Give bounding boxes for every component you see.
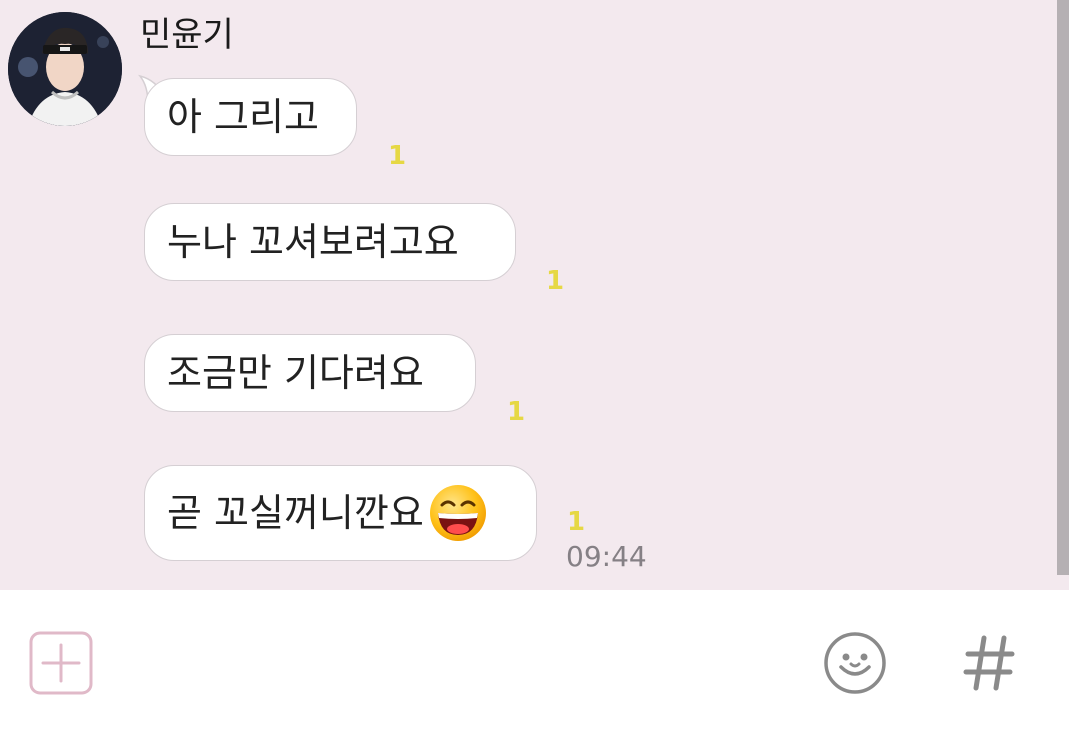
message-bubble[interactable]: 아 그리고 xyxy=(144,78,357,156)
unread-count: 1 xyxy=(388,141,407,171)
chat-area: 민윤기 아 그리고 1 누나 꼬셔보려고요 1 조금만 기다려요 1 곧 꼬실꺼… xyxy=(0,0,1069,590)
message-text: 조금만 기다려요 xyxy=(167,351,424,395)
message-time: 09:44 xyxy=(566,540,647,573)
message-bubble[interactable]: 누나 꼬셔보려고요 xyxy=(144,203,516,281)
emoji-icon[interactable] xyxy=(823,631,887,695)
sender-name: 민윤기 xyxy=(140,15,234,55)
unread-count: 1 xyxy=(546,266,565,296)
unread-count: 1 xyxy=(567,507,586,537)
sender-avatar[interactable] xyxy=(8,12,122,126)
message-text: 누나 꼬셔보려고요 xyxy=(167,220,459,264)
avatar-image xyxy=(8,12,122,126)
message-text: 곧 꼬실꺼니깐요 xyxy=(167,491,424,535)
message-text: 아 그리고 xyxy=(167,95,319,139)
scrollbar[interactable] xyxy=(1057,0,1069,575)
hash-icon[interactable] xyxy=(962,634,1018,692)
message-bubble[interactable]: 조금만 기다려요 xyxy=(144,334,476,412)
message-bubble[interactable]: 곧 꼬실꺼니깐요 xyxy=(144,465,537,561)
plus-icon[interactable] xyxy=(29,631,93,695)
unread-count: 1 xyxy=(507,397,526,427)
grinning-face-emoji xyxy=(429,485,486,541)
input-bar xyxy=(0,590,1069,734)
